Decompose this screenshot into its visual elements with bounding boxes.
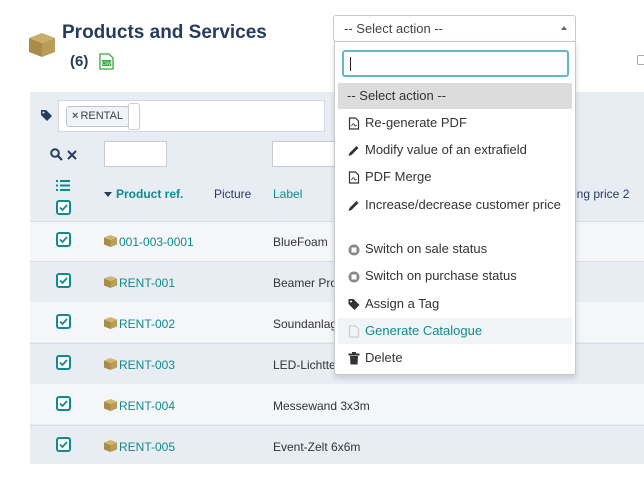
product-box-icon (29, 33, 55, 57)
product-icon (104, 399, 117, 411)
pdf-file-icon (348, 117, 360, 130)
tag-icon (348, 299, 360, 311)
action-option-switch-purchase-status[interactable]: Switch on purchase status (338, 268, 572, 283)
product-icon (104, 276, 117, 288)
dropdown-search-input[interactable] (342, 50, 569, 77)
product-icon (104, 235, 117, 247)
column-header-label[interactable]: Label (273, 187, 302, 201)
action-option-modify-extrafield[interactable]: Modify value of an extrafield (338, 142, 572, 157)
page-title: Products and Services (62, 22, 267, 43)
row-checkbox[interactable] (56, 355, 71, 370)
clear-filter-icon[interactable] (67, 150, 77, 160)
svg-text:CSV: CSV (102, 61, 112, 67)
record-count: (6) (70, 53, 89, 70)
chip-remove-icon[interactable]: × (72, 110, 78, 122)
product-icon (104, 317, 117, 329)
column-header-ref[interactable]: Product ref. (104, 187, 183, 201)
trash-icon (348, 352, 360, 365)
product-icon (104, 358, 117, 370)
column-header-selling-price-2[interactable]: ing price 2 (574, 187, 629, 201)
caret-up-icon (561, 26, 567, 30)
action-option-switch-sale-status[interactable]: Switch on sale status (338, 241, 572, 256)
select-action-dropdown[interactable]: -- Select action -- (333, 15, 576, 42)
row-checkbox[interactable] (56, 437, 71, 452)
tag-input[interactable] (128, 103, 140, 130)
row-checkbox[interactable] (56, 396, 71, 411)
column-header-picture[interactable]: Picture (214, 187, 251, 201)
product-ref-link[interactable]: RENT-002 (119, 317, 175, 331)
action-option-delete[interactable]: Delete (338, 350, 572, 365)
search-icon[interactable] (50, 148, 63, 161)
product-ref-link[interactable]: RENT-004 (119, 399, 175, 413)
file-icon (348, 325, 360, 338)
product-ref-link[interactable]: RENT-003 (119, 358, 175, 372)
row-checkbox[interactable] (56, 273, 71, 288)
toggle-circle-icon (348, 244, 360, 256)
action-option-generate-catalogue[interactable]: Generate Catalogue (338, 318, 572, 344)
action-dropdown-menu: -- Select action -- Re-generate PDF Modi… (334, 41, 576, 375)
pencil-icon (348, 146, 359, 157)
action-option-assign-tag[interactable]: Assign a Tag (338, 296, 572, 311)
pdf-file-icon (348, 171, 360, 184)
product-label: BlueFoam (273, 235, 328, 249)
pencil-icon (348, 201, 359, 212)
label-filter-input[interactable] (272, 141, 335, 167)
product-label: LED-Lichtte (273, 358, 336, 372)
product-ref-link[interactable]: 001-003-0001 (119, 235, 194, 249)
toggle-circle-icon (348, 271, 360, 283)
tag-icon (41, 110, 52, 121)
sort-down-icon (104, 192, 112, 197)
product-ref-link[interactable]: RENT-001 (119, 276, 175, 290)
product-label: Messewand 3x3m (273, 399, 370, 413)
product-icon (104, 440, 117, 452)
action-option-change-price[interactable]: Increase/decrease customer price (338, 196, 563, 213)
row-checkbox[interactable] (56, 232, 71, 247)
action-option-pdf-merge[interactable]: PDF Merge (338, 169, 572, 184)
row-checkbox[interactable] (56, 314, 71, 329)
product-label: Beamer Pro (273, 276, 338, 290)
select-all-toggle[interactable] (637, 55, 644, 65)
chip-label: RENTAL (80, 110, 124, 122)
product-label: Soundanlag (273, 317, 338, 331)
ref-filter-input[interactable] (104, 141, 167, 167)
action-option-placeholder[interactable]: -- Select action -- (338, 83, 572, 109)
product-ref-link[interactable]: RENT-005 (119, 440, 175, 454)
select-all-checkbox[interactable] (56, 200, 71, 215)
product-label: Event-Zelt 6x6m (273, 440, 361, 454)
tag-chip-rental[interactable]: × RENTAL (66, 106, 130, 127)
action-option-regenerate-pdf[interactable]: Re-generate PDF (338, 115, 572, 130)
row-divider (30, 425, 644, 426)
select-action-value: -- Select action -- (344, 21, 443, 36)
list-columns-icon[interactable] (56, 180, 70, 191)
csv-export-icon[interactable]: CSV (99, 53, 114, 70)
